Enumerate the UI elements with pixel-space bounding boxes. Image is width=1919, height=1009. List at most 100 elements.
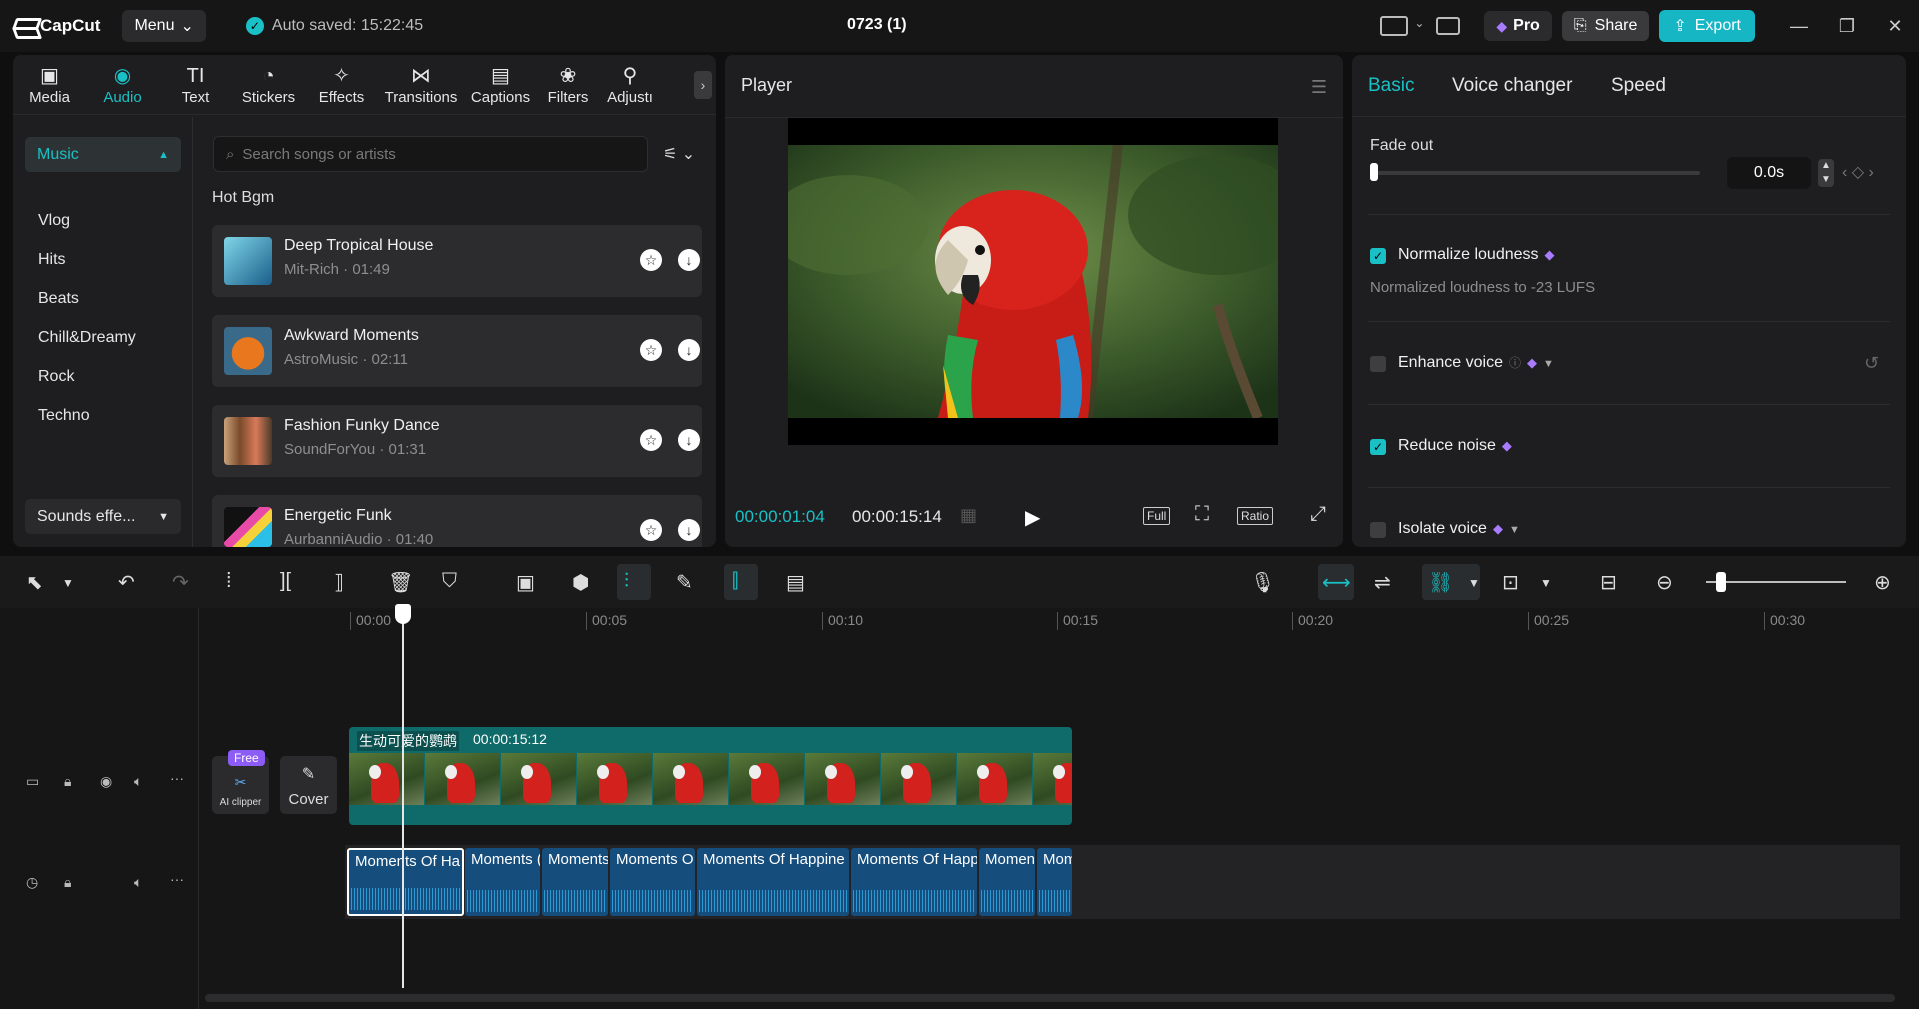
lock-icon[interactable]: 🔒︎ bbox=[64, 874, 71, 891]
download-icon[interactable]: ↓ bbox=[678, 519, 700, 541]
cover-button[interactable]: ✎ Cover bbox=[280, 756, 337, 814]
normalize-checkbox[interactable]: ✓ bbox=[1370, 248, 1386, 264]
category-sound-effects[interactable]: Sounds effe... ▼ bbox=[25, 499, 181, 534]
tool-effects[interactable]: ✧ Effects bbox=[305, 63, 378, 114]
fit-timeline-icon[interactable]: ⊟ bbox=[1600, 570, 1617, 595]
audio-clip[interactable]: Moments Of Happine bbox=[697, 848, 849, 916]
zoom-in-icon[interactable]: ⊕ bbox=[1874, 570, 1891, 595]
waveform-icon[interactable]: ⫿ bbox=[732, 570, 738, 593]
export-button[interactable]: ⇪ Export bbox=[1659, 10, 1755, 42]
chevron-right-icon[interactable]: › bbox=[694, 71, 712, 99]
fade-out-stepper[interactable]: ▲ ▼ bbox=[1818, 159, 1834, 187]
video-preview[interactable] bbox=[788, 118, 1278, 445]
tab-speed[interactable]: Speed bbox=[1611, 75, 1666, 97]
star-icon[interactable]: ☆ bbox=[640, 339, 662, 361]
download-icon[interactable]: ↓ bbox=[678, 249, 700, 271]
add-media-icon[interactable]: ▣ bbox=[516, 570, 535, 595]
video-clip[interactable]: 生动可爱的鹦鹉 00:00:15:12 bbox=[349, 727, 1072, 825]
audio-clip[interactable]: Moments bbox=[542, 848, 608, 916]
minimize-icon[interactable]: — bbox=[1775, 16, 1823, 37]
help-icon[interactable]: ⓘ bbox=[1509, 356, 1521, 370]
tab-voice-changer[interactable]: Voice changer bbox=[1452, 75, 1572, 97]
zoom-slider[interactable] bbox=[1706, 581, 1846, 583]
auto-edit-icon[interactable]: ✎ bbox=[676, 570, 693, 595]
audio-clip[interactable]: Momen bbox=[979, 848, 1035, 916]
song-item[interactable]: Energetic Funk AurbanniAudio · 01:40 ☆ ↓ bbox=[212, 495, 702, 548]
reset-icon[interactable]: ↺ bbox=[1864, 353, 1879, 374]
close-icon[interactable]: ✕ bbox=[1871, 16, 1919, 37]
split-left-icon[interactable]: ][ bbox=[280, 570, 291, 593]
menu-icon[interactable]: ☰ bbox=[1311, 77, 1327, 98]
chevron-down-icon[interactable]: ▼ bbox=[1468, 576, 1480, 590]
speaker-icon[interactable]: 🔈︎ bbox=[134, 874, 142, 891]
filter-icon[interactable]: ⚟ ⌄ bbox=[663, 144, 695, 164]
category-techno[interactable]: Techno bbox=[38, 407, 90, 425]
category-rock[interactable]: Rock bbox=[38, 368, 74, 386]
ai-clipper-button[interactable]: Free ✂ AI clipper bbox=[212, 750, 269, 814]
star-icon[interactable]: ☆ bbox=[640, 519, 662, 541]
fade-out-value[interactable]: 0.0s bbox=[1727, 157, 1811, 189]
full-button[interactable]: Full bbox=[1143, 507, 1171, 525]
chevron-down-icon[interactable]: ▼ bbox=[1543, 358, 1554, 370]
keyframe-icon[interactable]: ‹ ◇ › bbox=[1842, 162, 1874, 182]
linkage-icon[interactable]: ⛓ bbox=[1428, 570, 1453, 595]
enhance-voice-checkbox[interactable] bbox=[1370, 356, 1386, 372]
redo-icon[interactable]: ↷ bbox=[172, 570, 189, 595]
shortcuts-icon[interactable] bbox=[1436, 17, 1461, 35]
download-icon[interactable]: ↓ bbox=[678, 339, 700, 361]
tab-basic[interactable]: Basic bbox=[1368, 75, 1414, 97]
category-music[interactable]: Music ▲ bbox=[25, 137, 181, 172]
tool-text[interactable]: TI Text bbox=[159, 63, 232, 114]
mask-icon[interactable]: ⛉ bbox=[442, 570, 457, 593]
tool-audio[interactable]: ◉ Audio bbox=[86, 63, 159, 114]
more-icon[interactable]: ··· bbox=[170, 871, 184, 887]
fullscreen-icon[interactable]: ⤢ bbox=[1310, 503, 1326, 526]
grid-icon[interactable]: ▦ bbox=[960, 505, 977, 526]
tool-adjust[interactable]: ⚲ Adjustı bbox=[599, 63, 661, 114]
star-icon[interactable]: ☆ bbox=[640, 429, 662, 451]
audio-clip[interactable]: Moments Of Ha bbox=[347, 848, 464, 916]
marker-icon[interactable]: ⬢ bbox=[572, 570, 589, 595]
select-tool-icon[interactable]: ⬉ bbox=[26, 570, 43, 595]
layout-chevron-icon[interactable]: ⌄ bbox=[1414, 16, 1424, 30]
tool-transitions[interactable]: ⋈ Transitions bbox=[378, 63, 464, 114]
song-item[interactable]: Awkward Moments AstroMusic · 02:11 ☆ ↓ bbox=[212, 315, 702, 387]
zoom-slider-handle[interactable] bbox=[1716, 572, 1726, 592]
song-item[interactable]: Deep Tropical House Mit-Rich · 01:49 ☆ ↓ bbox=[212, 225, 702, 297]
audio-clip[interactable]: Moments O bbox=[610, 848, 695, 916]
audio-clip[interactable]: Moments ( bbox=[465, 848, 540, 916]
download-icon[interactable]: ↓ bbox=[678, 429, 700, 451]
audio-clip[interactable]: Moments Of Happ bbox=[851, 848, 977, 916]
tool-media[interactable]: ▣ Media bbox=[13, 63, 86, 114]
fade-out-slider-handle[interactable] bbox=[1370, 163, 1378, 181]
project-title[interactable]: 0723 (1) bbox=[847, 16, 907, 34]
reduce-noise-checkbox[interactable]: ✓ bbox=[1370, 439, 1386, 455]
tool-filters[interactable]: ❀ Filters bbox=[537, 63, 599, 114]
category-vlog[interactable]: Vlog bbox=[38, 212, 70, 230]
category-hits[interactable]: Hits bbox=[38, 251, 66, 269]
play-icon[interactable]: ▶ bbox=[1025, 505, 1040, 530]
chevron-down-icon[interactable]: ▼ bbox=[1540, 576, 1552, 590]
fade-out-slider[interactable] bbox=[1370, 171, 1700, 175]
restore-icon[interactable]: ❐ bbox=[1823, 16, 1871, 37]
lock-icon[interactable]: 🔒︎ bbox=[64, 773, 71, 790]
audio-clip[interactable]: Mom bbox=[1037, 848, 1072, 916]
tool-stickers[interactable]: ◔ Stickers bbox=[232, 63, 305, 114]
caption-icon[interactable]: ▤ bbox=[786, 570, 805, 595]
isolate-voice-checkbox[interactable] bbox=[1370, 522, 1386, 538]
undo-icon[interactable]: ↶ bbox=[118, 570, 135, 595]
microphone-icon[interactable]: 🎙 bbox=[1250, 570, 1275, 595]
preview-axis-icon[interactable]: ⊡ bbox=[1502, 570, 1519, 595]
more-icon[interactable]: ··· bbox=[170, 770, 184, 786]
horizontal-scrollbar[interactable] bbox=[205, 994, 1895, 1002]
pro-button[interactable]: ◆ Pro bbox=[1484, 11, 1552, 41]
menu-button[interactable]: Menu ⌄ bbox=[122, 10, 206, 42]
eye-icon[interactable]: ◉ bbox=[100, 773, 112, 790]
share-button[interactable]: ⎘ Share bbox=[1561, 11, 1650, 41]
chevron-down-icon[interactable]: ▼ bbox=[62, 576, 74, 590]
speaker-icon[interactable]: 🔈︎ bbox=[134, 773, 142, 790]
playhead[interactable] bbox=[402, 608, 404, 988]
tool-captions[interactable]: ▤ Captions bbox=[464, 63, 537, 114]
zoom-out-icon[interactable]: ⊖ bbox=[1656, 570, 1673, 595]
category-chill[interactable]: Chill&Dreamy bbox=[38, 329, 136, 347]
